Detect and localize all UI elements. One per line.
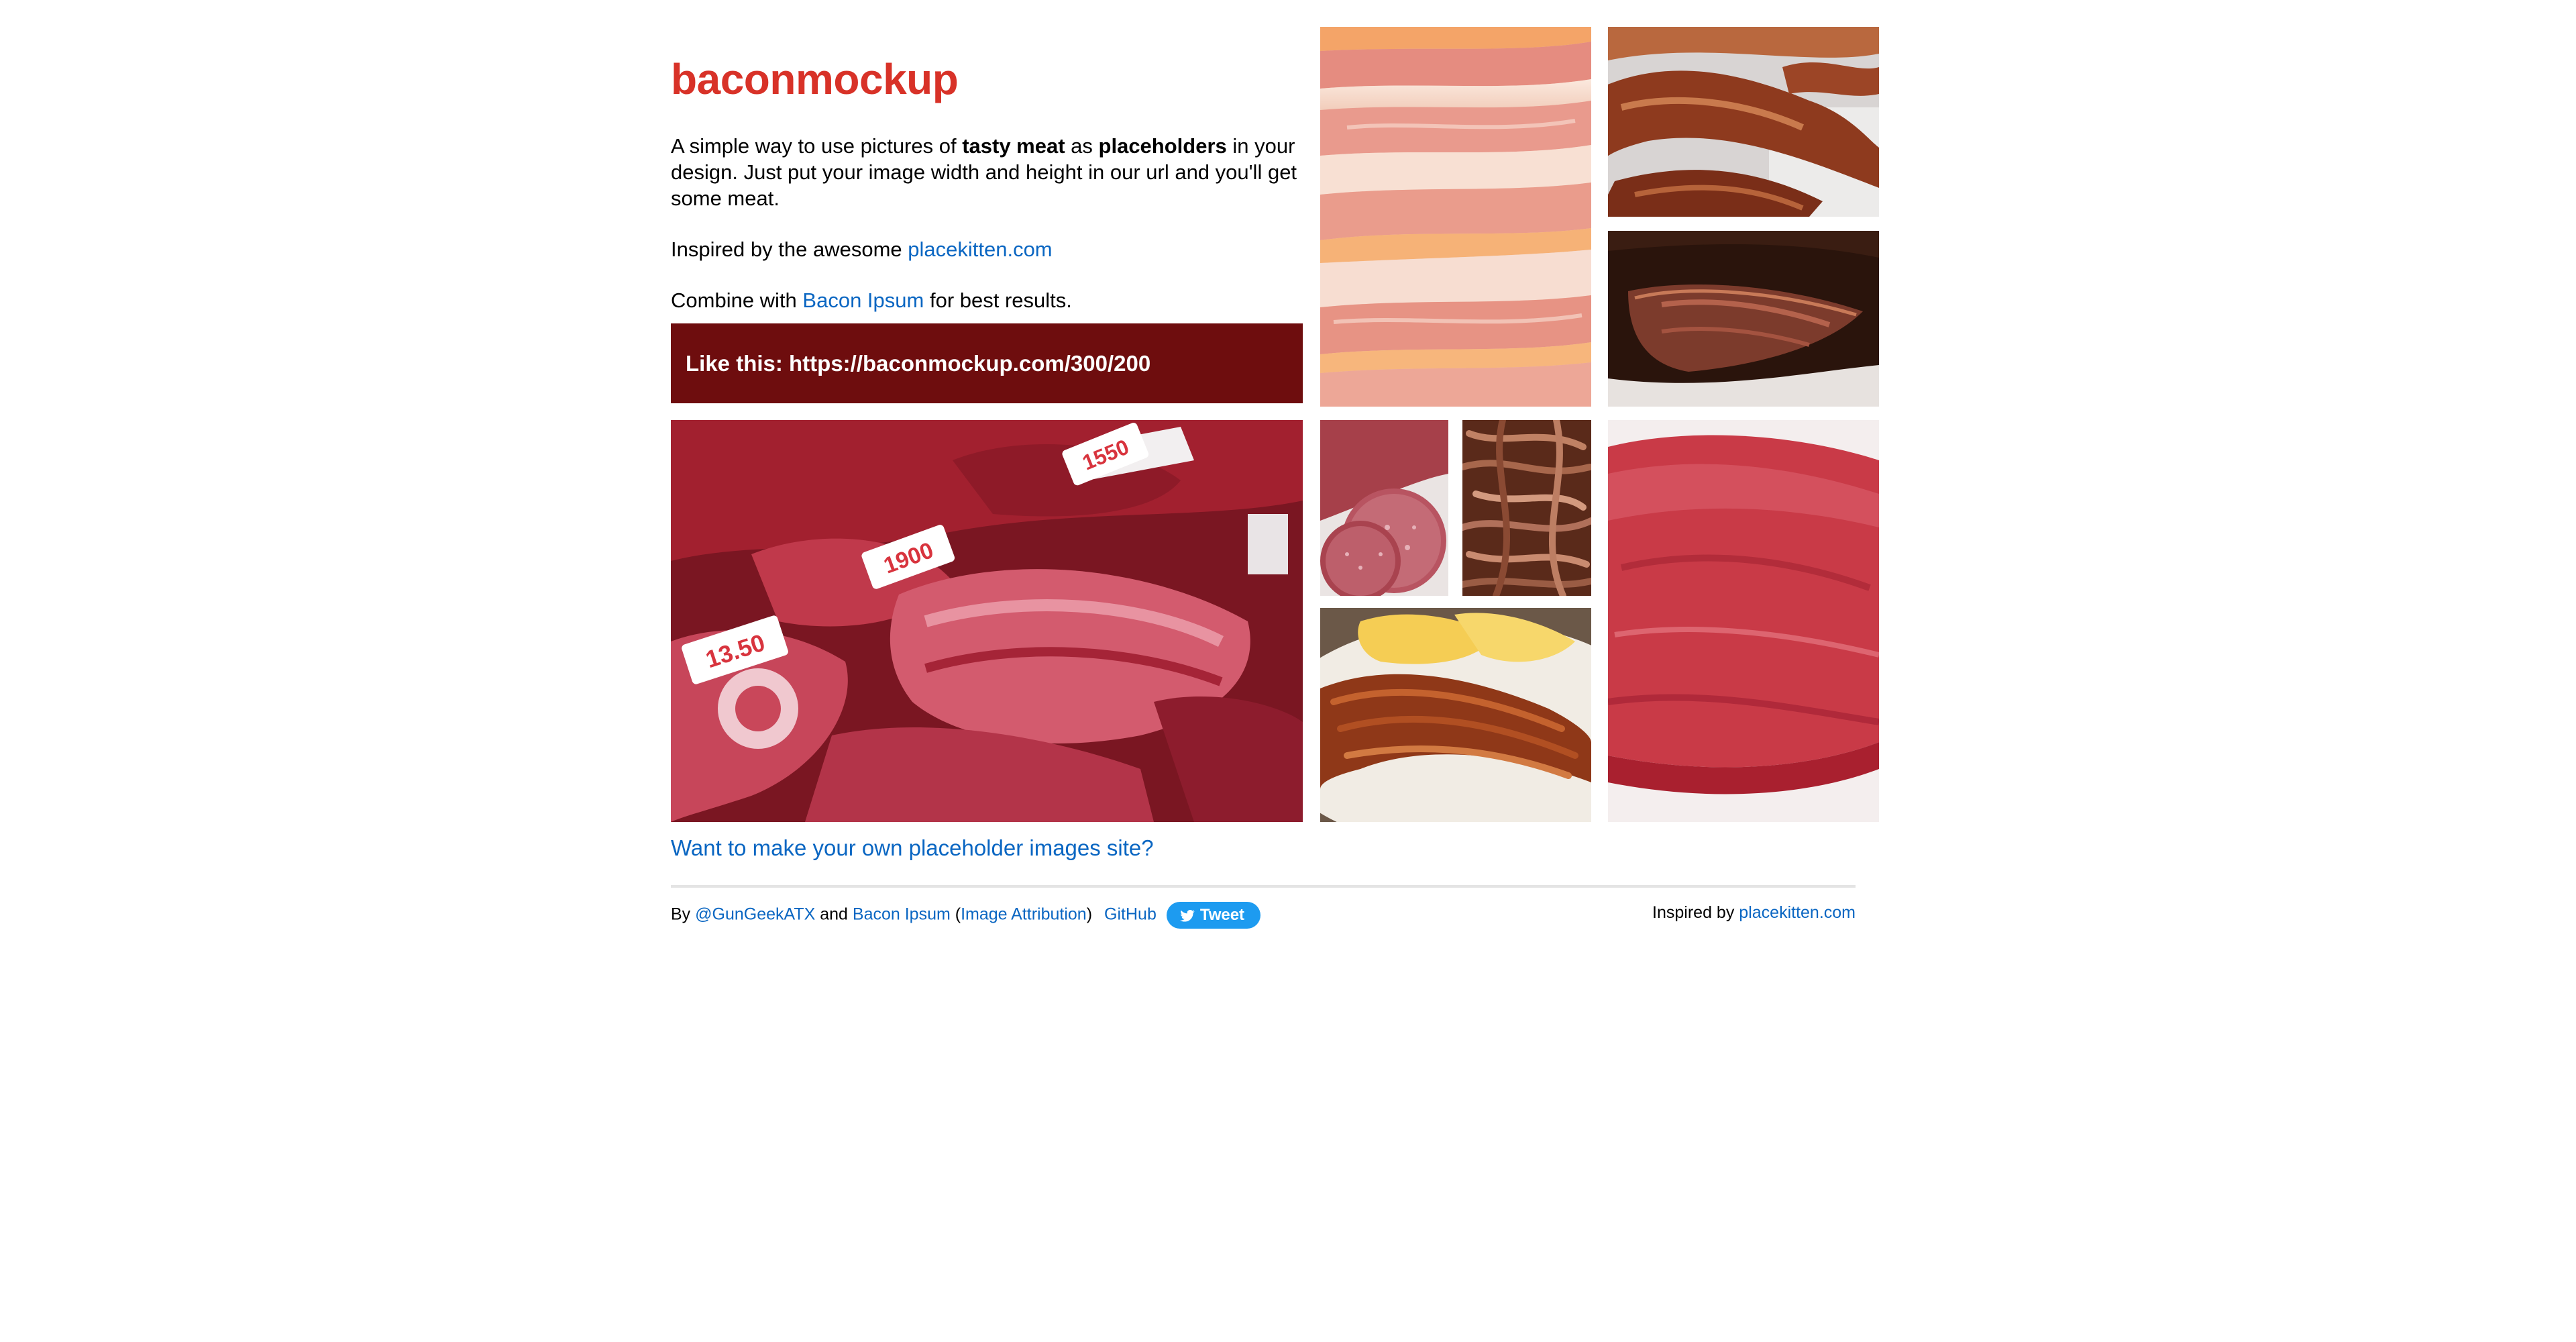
github-link[interactable]: GitHub — [1104, 905, 1157, 924]
tweet-label: Tweet — [1199, 906, 1245, 924]
brisket-photo — [1608, 231, 1879, 407]
footer-inspired-text: Inspired by — [1652, 903, 1739, 922]
intro-text: A simple way to use pictures of — [671, 134, 963, 158]
example-url-box: Like this: https://baconmockup.com/300/2… — [671, 323, 1303, 403]
twitter-bird-icon — [1180, 909, 1195, 922]
footer-bacon-ipsum-link[interactable]: Bacon Ipsum — [853, 905, 951, 924]
intro-paragraph: A simple way to use pictures of tasty me… — [671, 133, 1301, 211]
footer-divider — [671, 885, 1856, 888]
footer-placekitten-link[interactable]: placekitten.com — [1739, 903, 1856, 922]
footer-inspired-by: Inspired by placekitten.com — [1652, 902, 1856, 923]
intro-bold-tasty-meat: tasty meat — [962, 134, 1065, 158]
raw-steak-photo — [1608, 420, 1879, 822]
inspired-paragraph: Inspired by the awesome placekitten.com — [671, 236, 1301, 262]
footer-paren-open: ( — [950, 905, 961, 924]
bacon-ipsum-link[interactable]: Bacon Ipsum — [802, 289, 924, 312]
butcher-counter-photo: 13.50 1900 1550 — [671, 420, 1303, 822]
image-attribution-link[interactable]: Image Attribution — [961, 905, 1087, 924]
author-link[interactable]: @GunGeekATX — [695, 905, 815, 924]
tweet-button[interactable]: Tweet — [1166, 902, 1261, 929]
footer-and-text: and — [815, 905, 853, 924]
bacon-strips-photo — [1320, 27, 1591, 407]
intro-section: baconmockup A simple way to use pictures… — [671, 27, 1301, 313]
bacon-eggs-photo — [1320, 608, 1591, 822]
intro-bold-placeholders: placeholders — [1098, 134, 1227, 158]
footer-by-text: By — [671, 905, 696, 924]
inspired-text: Inspired by the awesome — [671, 238, 908, 261]
make-your-own-site-link[interactable]: Want to make your own placeholder images… — [671, 835, 1154, 862]
page-title: baconmockup — [671, 55, 959, 103]
combine-text: Combine with — [671, 289, 803, 312]
combine-text: for best results. — [924, 289, 1072, 312]
cooked-bacon-photo — [1608, 27, 1879, 217]
placekitten-link[interactable]: placekitten.com — [908, 238, 1052, 261]
pulled-pork-photo — [1462, 420, 1591, 596]
combine-paragraph: Combine with Bacon Ipsum for best result… — [671, 287, 1301, 313]
footer-credits: By @GunGeekATX and Bacon Ipsum (Image At… — [671, 902, 1261, 929]
salami-photo — [1320, 420, 1448, 596]
footer-paren-close: ) — [1086, 905, 1093, 924]
intro-text: as — [1065, 134, 1099, 158]
